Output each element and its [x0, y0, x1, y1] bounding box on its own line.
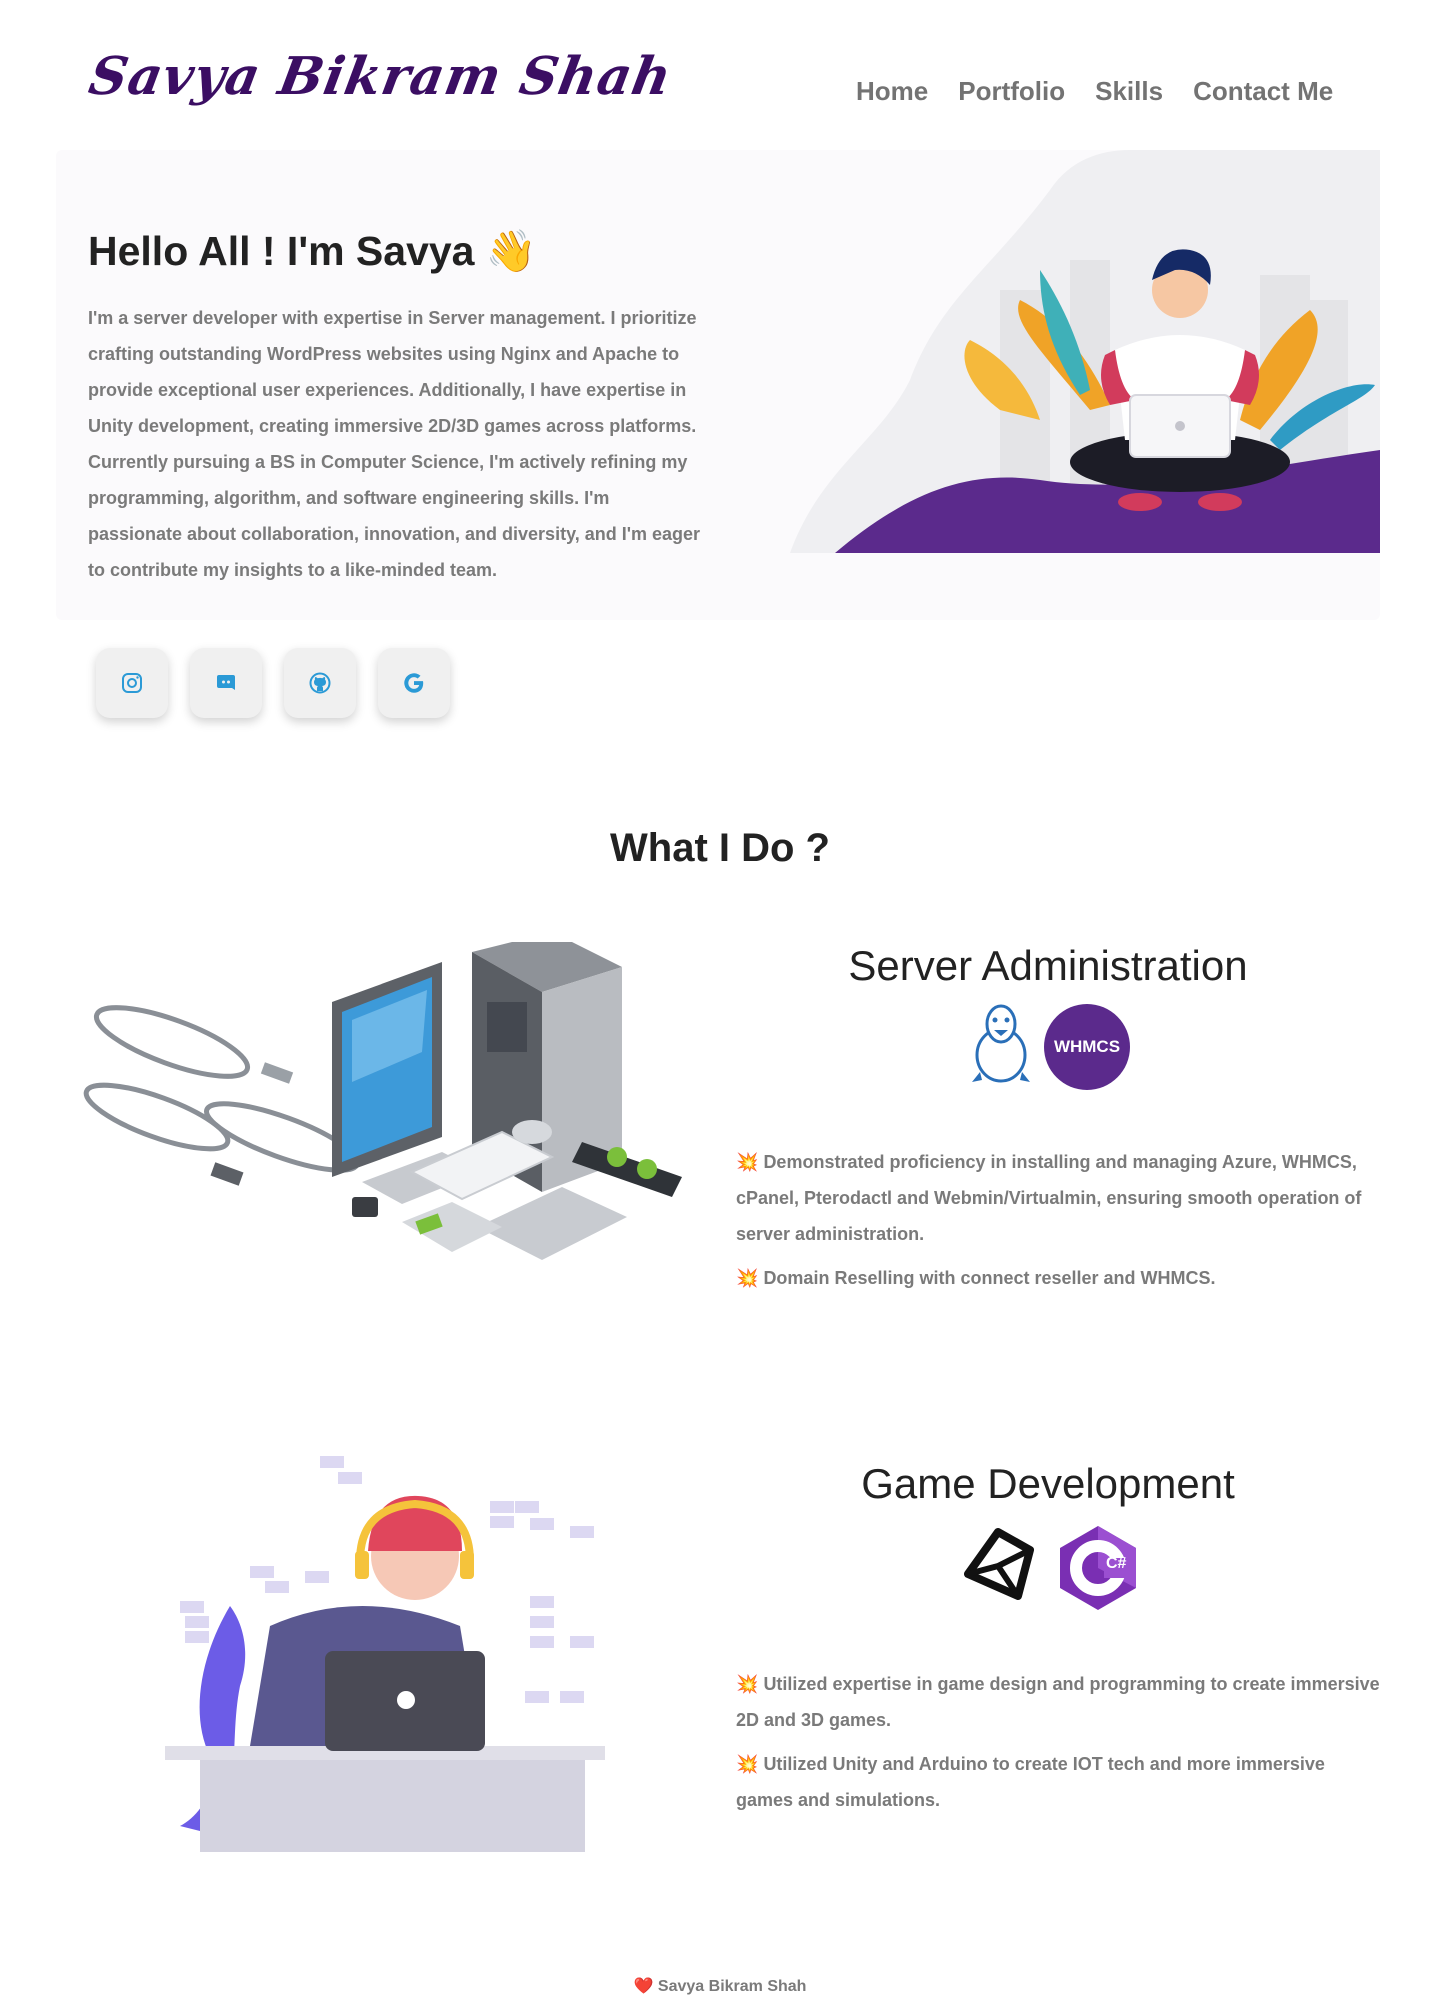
- instagram-icon: [122, 673, 142, 693]
- what-i-do-title: What I Do ?: [610, 826, 830, 870]
- game-developer-illustration: [165, 1456, 605, 1852]
- github-button[interactable]: [284, 648, 356, 718]
- csharp-icon: [1060, 1526, 1136, 1610]
- github-icon: [309, 672, 331, 694]
- hero-greeting-text: Hello All ! I'm Savya: [88, 228, 475, 274]
- csharp-label: C#: [1106, 1555, 1127, 1572]
- hero-illustration: [790, 150, 1380, 553]
- explosion-icon: 💥: [736, 1268, 759, 1288]
- game-bullets: 💥 Utilized expertise in game design and …: [736, 1666, 1382, 1826]
- server-hardware-illustration: [83, 942, 682, 1260]
- hero-greeting: Hello All ! I'm Savya 👋: [88, 228, 537, 276]
- google-button[interactable]: [378, 648, 450, 718]
- game-dev-title: Game Development: [861, 1460, 1235, 1507]
- nav-contact-me[interactable]: Contact Me: [1193, 76, 1333, 107]
- social-links: [96, 648, 450, 718]
- whmcs-badge: WHMCS: [1044, 1004, 1130, 1090]
- site-logo[interactable]: Savya Bikram Shah: [85, 46, 677, 107]
- nav-home[interactable]: Home: [856, 76, 928, 107]
- explosion-icon: 💥: [736, 1152, 759, 1172]
- whmcs-label: WHMCS: [1053, 1037, 1121, 1056]
- hero-bio: I'm a server developer with expertise in…: [88, 308, 701, 580]
- unity-icon: [964, 1528, 1034, 1600]
- csharp-badge: C#: [1054, 1524, 1142, 1612]
- server-admin-title: Server Administration: [848, 942, 1248, 989]
- explosion-icon: 💥: [736, 1674, 759, 1694]
- google-icon: [404, 673, 424, 693]
- discord-button[interactable]: [190, 648, 262, 718]
- wave-icon: 👋: [485, 228, 537, 274]
- heart-icon: ❤️: [633, 1978, 654, 1995]
- linux-icon: [972, 1004, 1030, 1083]
- instagram-button[interactable]: [96, 648, 168, 718]
- server-bullet: 💥 Demonstrated proficiency in installing…: [736, 1152, 1362, 1244]
- game-bullet: 💥 Utilized Unity and Arduino to create I…: [736, 1754, 1325, 1810]
- main-nav: Home Portfolio Skills Contact Me: [856, 76, 1333, 107]
- nav-skills[interactable]: Skills: [1095, 76, 1163, 107]
- nav-portfolio[interactable]: Portfolio: [958, 76, 1065, 107]
- explosion-icon: 💥: [736, 1754, 759, 1774]
- server-bullets: 💥 Demonstrated proficiency in installing…: [736, 1144, 1382, 1304]
- footer: ❤️ Savya Bikram Shah: [0, 1976, 1440, 1996]
- game-bullet: 💥 Utilized expertise in game design and …: [736, 1674, 1380, 1730]
- discord-icon: [217, 675, 235, 690]
- footer-text: Savya Bikram Shah: [657, 1978, 807, 1995]
- server-bullet: 💥 Domain Reselling with connect reseller…: [736, 1268, 1216, 1288]
